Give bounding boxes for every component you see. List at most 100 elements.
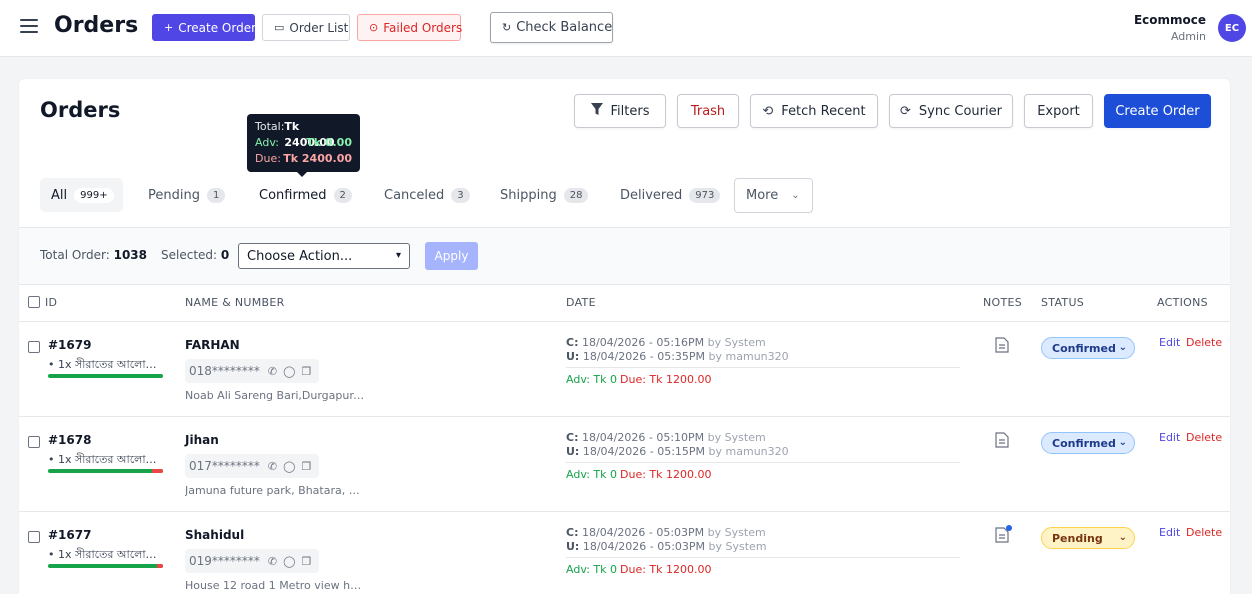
failed-orders-button[interactable]: ⊙ Failed Orders <box>357 14 462 41</box>
customer-address: House 12 road 1 Metro view hous... <box>185 579 365 592</box>
create-order-primary-label: Create Order <box>1115 103 1200 119</box>
order-list-button[interactable]: ▭ Order List <box>262 14 350 41</box>
delete-link[interactable]: Delete <box>1186 526 1222 539</box>
order-id-link[interactable]: #1677 <box>48 528 91 542</box>
filters-button[interactable]: Filters <box>574 94 666 128</box>
created-value: 18/04/2026 - 05:10PM <box>581 431 705 444</box>
customer-address: Noab Ali Sareng Bari,Durgapur-3... <box>185 389 365 402</box>
fetch-recent-button[interactable]: ⟲ Fetch Recent <box>750 94 878 128</box>
fetch-recent-label: Fetch Recent <box>781 103 866 119</box>
alert-circle-icon: ⊙ <box>369 21 379 34</box>
order-id-link[interactable]: #1678 <box>48 433 91 447</box>
order-id-link[interactable]: #1679 <box>48 338 91 352</box>
bulk-action-bar: Total Order: 1038 Selected: 0 Choose Act… <box>19 227 1230 285</box>
note-icon[interactable] <box>995 525 1012 543</box>
tooltip-adv-value: Tk 0.00 <box>306 136 352 149</box>
tooltip-adv-label: Adv: <box>255 136 279 149</box>
status-select[interactable]: Pending ⌄ <box>1041 527 1135 549</box>
status-select[interactable]: Confirmed ⌄ <box>1041 337 1135 359</box>
trash-button[interactable]: Trash <box>677 94 739 128</box>
apply-button[interactable]: Apply <box>425 242 478 270</box>
column-header-status: STATUS <box>1041 296 1085 309</box>
created-by: by System <box>707 431 766 444</box>
table-row: #1678 • 1x সীরাতের আলোকে মুহাম্মাদ Jihan… <box>19 417 1230 512</box>
whatsapp-icon[interactable]: ◯ <box>283 555 295 568</box>
column-header-actions: ACTIONS <box>1157 296 1208 309</box>
column-header-notes: NOTES <box>983 296 1023 309</box>
create-order-primary-button[interactable]: Create Order <box>1104 94 1211 128</box>
tab-count-badge: 999+ <box>74 187 114 203</box>
table-row: #1679 • 1x সীরাতের আলোকে মুহাম্মাদ FARHA… <box>19 322 1230 417</box>
copy-icon[interactable]: ❐ <box>301 460 311 473</box>
status-value: Confirmed <box>1052 341 1116 355</box>
customer-phone: 017******** ✆ ◯ ❐ <box>185 454 319 478</box>
bulk-action-select[interactable]: Choose Action... ▾ <box>238 243 410 269</box>
tooltip-total-row: Total: Tk 2400.00 <box>255 119 352 149</box>
created-date: C: 18/04/2026 - 05:16PM by System <box>566 336 766 349</box>
row-checkbox[interactable] <box>28 531 40 543</box>
order-product: • 1x সীরাতের আলোকে মুহাম্মাদ <box>48 453 166 466</box>
due-amount[interactable]: Due: Tk 1200.00 <box>620 468 712 481</box>
edit-link[interactable]: Edit <box>1159 336 1180 349</box>
tab-delivered[interactable]: Delivered 973 <box>620 178 721 212</box>
hamburger-menu-icon[interactable] <box>20 19 38 33</box>
plus-icon: + <box>164 21 174 34</box>
order-product: • 1x সীরাতের আলোকে মুহাম্মাদ <box>48 358 166 371</box>
created-label: C: <box>566 526 579 539</box>
tab-pending[interactable]: Pending 1 <box>148 178 226 212</box>
tab-shipping[interactable]: Shipping 28 <box>500 178 589 212</box>
export-button[interactable]: Export <box>1024 94 1093 128</box>
check-balance-button[interactable]: ↻ Check Balance <box>490 12 613 43</box>
tab-canceled[interactable]: Canceled 3 <box>384 178 470 212</box>
user-role: Admin <box>1170 30 1206 43</box>
created-by: by System <box>707 526 766 539</box>
customer-name: FARHAN <box>185 338 240 352</box>
phone-number: 019******** <box>189 554 260 568</box>
tab-label: Shipping <box>500 187 557 203</box>
updated-date: U: 18/04/2026 - 05:35PM by mamun320 <box>566 350 789 363</box>
sync-courier-button[interactable]: ⟳ Sync Courier <box>889 94 1013 128</box>
tab-more-dropdown[interactable]: More ⌄ <box>734 178 813 213</box>
page-title: Orders <box>54 13 139 38</box>
edit-link[interactable]: Edit <box>1159 431 1180 444</box>
due-amount[interactable]: Due: Tk 1200.00 <box>620 563 712 576</box>
date-divider <box>566 367 960 368</box>
filters-label: Filters <box>610 103 650 119</box>
column-header-date: DATE <box>566 296 596 309</box>
status-value: Confirmed <box>1052 436 1116 450</box>
tab-confirmed[interactable]: Confirmed 2 <box>259 178 352 212</box>
copy-icon[interactable]: ❐ <box>301 365 311 378</box>
delete-link[interactable]: Delete <box>1186 431 1222 444</box>
avatar[interactable]: EC <box>1218 14 1246 42</box>
column-header-name: NAME & NUMBER <box>185 296 285 309</box>
created-date: C: 18/04/2026 - 05:10PM by System <box>566 431 766 444</box>
row-checkbox[interactable] <box>28 436 40 448</box>
funnel-icon <box>590 102 603 120</box>
whatsapp-icon[interactable]: ◯ <box>283 460 295 473</box>
copy-icon[interactable]: ❐ <box>301 555 311 568</box>
created-label: C: <box>566 336 579 349</box>
tab-count-badge: 973 <box>689 187 721 203</box>
clipboard-icon: ▭ <box>274 21 285 34</box>
phone-icon[interactable]: ✆ <box>268 555 277 568</box>
phone-icon[interactable]: ✆ <box>268 365 277 378</box>
select-all-checkbox[interactable] <box>28 296 40 308</box>
phone-icon[interactable]: ✆ <box>268 460 277 473</box>
check-balance-label: Check Balance <box>516 20 613 35</box>
tab-count-badge: 1 <box>206 187 226 203</box>
edit-link[interactable]: Edit <box>1159 526 1180 539</box>
column-header-id[interactable]: ID <box>45 296 57 309</box>
create-order-button[interactable]: + Create Order <box>152 14 257 41</box>
whatsapp-icon[interactable]: ◯ <box>283 365 295 378</box>
tab-all[interactable]: All 999+ <box>40 178 123 212</box>
row-checkbox[interactable] <box>28 341 40 353</box>
due-amount[interactable]: Due: Tk 1200.00 <box>620 373 712 386</box>
status-select[interactable]: Confirmed ⌄ <box>1041 432 1135 454</box>
delete-link[interactable]: Delete <box>1186 336 1222 349</box>
tooltip-due-row: Due: Tk 2400.00 <box>255 151 352 167</box>
create-order-label: Create Order <box>178 20 257 35</box>
note-icon[interactable] <box>995 432 1009 448</box>
note-icon[interactable] <box>995 337 1009 353</box>
created-label: C: <box>566 431 579 444</box>
trash-label: Trash <box>690 103 726 119</box>
